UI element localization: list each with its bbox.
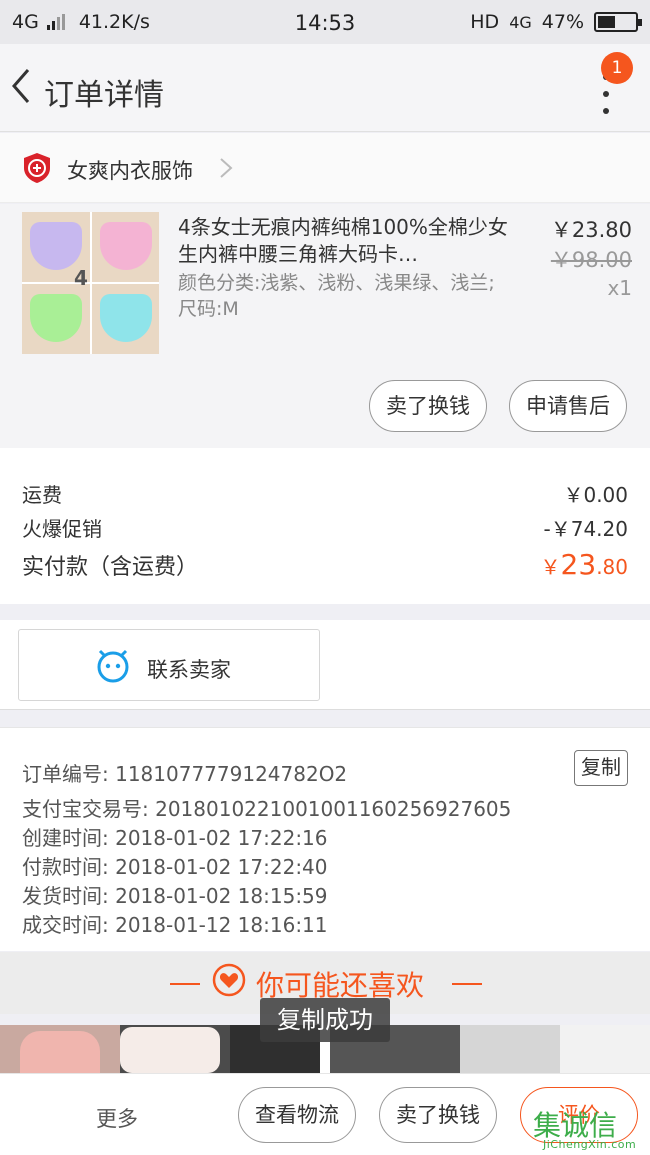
battery-percent: 47% (541, 11, 584, 33)
alipay-number: 支付宝交易号: 2018010221001001160256927605 (22, 797, 512, 821)
notification-badge: 1 (601, 52, 633, 84)
product-title[interactable]: 4条女士无痕内裤纯棉100%全棉少女生内裤中腰三角裤大码卡… (178, 214, 508, 268)
watermark-logo: 集诚信 JiChengXin.com (533, 1109, 637, 1151)
shop-row[interactable]: 女爽内衣服饰 (0, 133, 650, 203)
shipping-value: ￥0.00 (563, 483, 628, 507)
product-attributes: 颜色分类:浅紫、浅粉、浅果绿、浅兰;尺码:M (178, 272, 495, 320)
contact-seller-label: 联系卖家 (147, 658, 231, 682)
shop-logo-icon (24, 153, 50, 183)
total-value: ￥23.80 (540, 548, 628, 581)
cost-summary: 运费 ￥0.00 火爆促销 -￥74.20 实付款（含运费） ￥23.80 (0, 448, 650, 604)
shipped-time: 发货时间: 2018-01-02 18:15:59 (22, 884, 328, 908)
page-title: 订单详情 (44, 78, 164, 113)
created-time: 创建时间: 2018-01-02 17:22:16 (22, 826, 328, 850)
shop-name: 女爽内衣服饰 (67, 159, 193, 183)
battery-icon (594, 12, 642, 32)
sell-again-button[interactable]: 卖了换钱 (379, 1087, 497, 1143)
after-sale-button[interactable]: 申请售后 (509, 380, 627, 432)
toast-message: 复制成功 (260, 998, 390, 1042)
order-info: 订单编号: 1181077779124782O2 复制 支付宝交易号: 2018… (0, 727, 650, 951)
sell-button[interactable]: 卖了换钱 (369, 380, 487, 432)
heart-icon (212, 963, 246, 997)
chat-bubble-icon (97, 649, 129, 683)
view-logistics-button[interactable]: 查看物流 (238, 1087, 356, 1143)
shipping-label: 运费 (22, 483, 62, 507)
back-arrow-icon[interactable] (8, 66, 38, 106)
chevron-right-icon (220, 158, 233, 178)
order-number: 订单编号: 1181077779124782O2 (22, 762, 348, 786)
hd-label: HD (470, 11, 500, 33)
nav-bar: 订单详情 1 (0, 44, 650, 132)
completed-time: 成交时间: 2018-01-12 18:16:11 (22, 913, 328, 937)
contact-seller-button[interactable]: 联系卖家 (18, 629, 320, 701)
thumbnail-badge: 4 (74, 266, 88, 290)
copy-button[interactable]: 复制 (574, 750, 628, 786)
contact-section: 联系卖家 (0, 620, 650, 710)
product-price: ￥23.80 (550, 218, 632, 242)
paid-time: 付款时间: 2018-01-02 17:22:40 (22, 855, 328, 879)
promo-value: -￥74.20 (543, 517, 628, 541)
product-quantity: x1 (607, 276, 632, 300)
total-label: 实付款（含运费） (22, 555, 199, 580)
promo-label: 火爆促销 (22, 517, 102, 541)
network-right: 4G (509, 12, 532, 32)
product-original-price: ￥98.00 (550, 248, 632, 272)
product-item[interactable]: 4 4条女士无痕内裤纯棉100%全棉少女生内裤中腰三角裤大码卡… 颜色分类:浅紫… (0, 204, 650, 448)
product-thumbnail[interactable]: 4 (22, 212, 159, 354)
more-button[interactable]: 更多 (96, 1103, 138, 1133)
status-bar: 4G 41.2K/s 14:53 HD 4G 47% (0, 0, 650, 44)
